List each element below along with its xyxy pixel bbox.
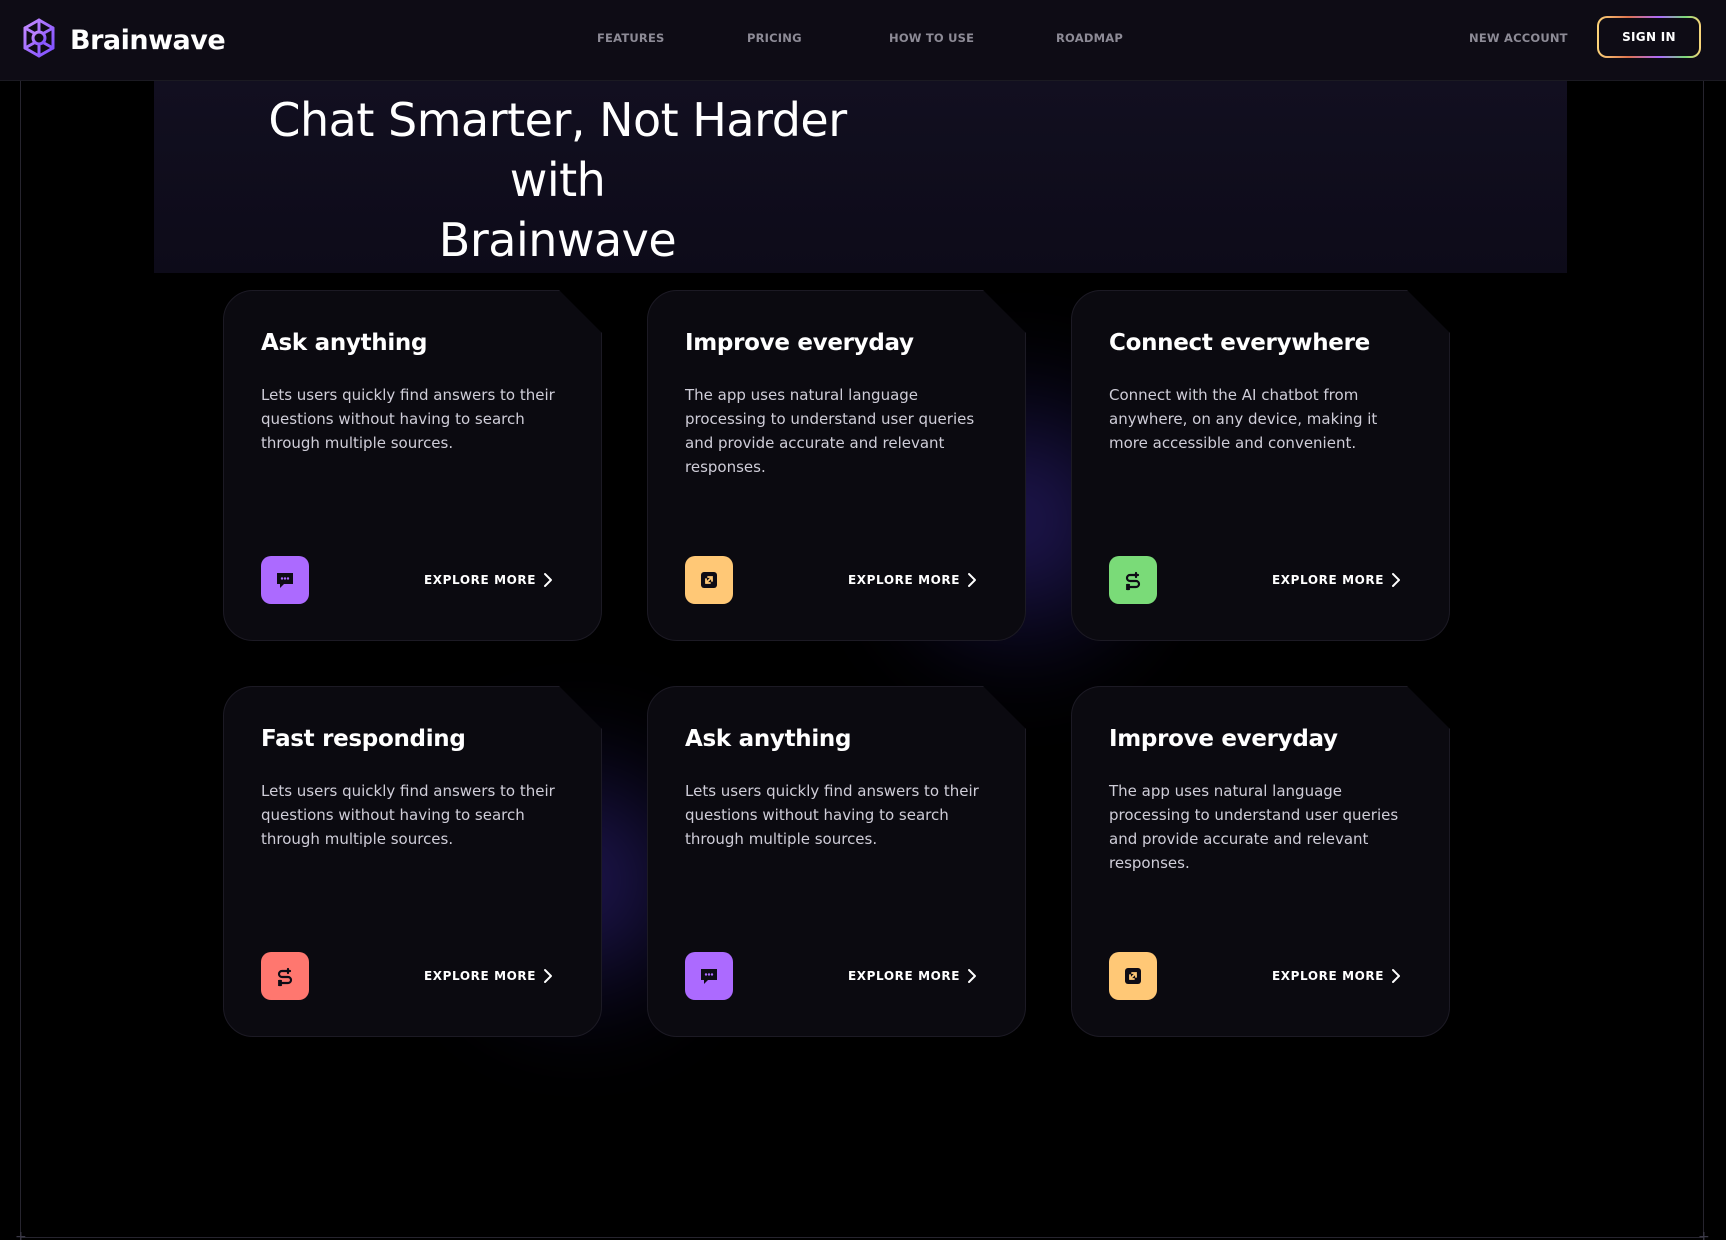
feature-card[interactable]: Improve everyday The app uses natural lan… — [647, 290, 1026, 641]
frame-line-left — [20, 80, 21, 1240]
brand-logo-link[interactable]: Brainwave — [18, 17, 226, 64]
connector-icon — [1109, 556, 1157, 604]
plus-marker-left: + — [15, 1229, 27, 1240]
chat-bubble-icon — [261, 556, 309, 604]
chevron-right-icon[interactable] — [1387, 967, 1405, 985]
chevron-right-icon[interactable] — [963, 571, 981, 589]
hero-title-line1: Chat Smarter, Not Harder with — [268, 93, 847, 207]
new-account-link[interactable]: NEW ACCOUNT — [1469, 31, 1568, 45]
card-title: Fast responding — [261, 726, 466, 752]
explore-more-link[interactable]: EXPLORE MORE — [848, 573, 960, 587]
hero-title-line2: Brainwave — [438, 213, 677, 267]
explore-more-link[interactable]: EXPLORE MORE — [1272, 573, 1384, 587]
page: + + Brainwave FEATURES PRICING HOW TO US… — [0, 0, 1726, 1240]
card-description: Lets users quickly find answers to their… — [261, 386, 555, 452]
nav-link-roadmap[interactable]: ROADMAP — [1056, 31, 1123, 45]
sign-in-label: SIGN IN — [1599, 18, 1699, 56]
card-description: Lets users quickly find answers to their… — [261, 782, 555, 848]
connector-icon — [261, 952, 309, 1000]
feature-card[interactable]: Ask anything Lets users quickly find answ… — [223, 290, 602, 641]
chevron-right-icon[interactable] — [539, 571, 557, 589]
card-description: Connect with the AI chatbot from anywher… — [1109, 386, 1378, 452]
card-title: Connect everywhere — [1109, 330, 1370, 356]
explore-more-link[interactable]: EXPLORE MORE — [1272, 969, 1384, 983]
card-title: Ask anything — [261, 330, 428, 356]
feature-card[interactable]: Fast responding Lets users quickly find a… — [223, 686, 602, 1037]
hero-title: Chat Smarter, Not Harder with Brainwave — [225, 90, 890, 270]
card-description: The app uses natural language processing… — [685, 386, 975, 476]
nav-link-how-to-use[interactable]: HOW TO USE — [889, 31, 974, 45]
explore-more-link[interactable]: EXPLORE MORE — [424, 573, 536, 587]
brand-name: Brainwave — [70, 25, 226, 56]
chevron-right-icon[interactable] — [963, 967, 981, 985]
feature-card[interactable]: Ask anything Lets users quickly find answ… — [647, 686, 1026, 1037]
site-header: Brainwave FEATURES PRICING HOW TO USE RO… — [0, 0, 1726, 81]
sign-in-button[interactable]: SIGN IN — [1597, 16, 1701, 58]
nav-link-pricing[interactable]: PRICING — [747, 31, 802, 45]
explore-more-link[interactable]: EXPLORE MORE — [848, 969, 960, 983]
chat-bubble-icon — [685, 952, 733, 1000]
card-description: The app uses natural language processing… — [1109, 782, 1399, 872]
brain-icon — [18, 17, 60, 64]
card-title: Ask anything — [685, 726, 852, 752]
nav-link-features[interactable]: FEATURES — [597, 31, 665, 45]
expand-icon — [1109, 952, 1157, 1000]
chevron-right-icon[interactable] — [1387, 571, 1405, 589]
feature-card[interactable]: Connect everywhere Connect with the AI ch… — [1071, 290, 1450, 641]
card-title: Improve everyday — [685, 330, 914, 356]
frame-line-right — [1703, 80, 1704, 1240]
chevron-right-icon[interactable] — [539, 967, 557, 985]
card-description: Lets users quickly find answers to their… — [685, 782, 979, 848]
card-title: Improve everyday — [1109, 726, 1338, 752]
frame-line-bottom — [20, 1237, 1703, 1238]
feature-card[interactable]: Improve everyday The app uses natural lan… — [1071, 686, 1450, 1037]
explore-more-link[interactable]: EXPLORE MORE — [424, 969, 536, 983]
expand-icon — [685, 556, 733, 604]
plus-marker-right: + — [1698, 1229, 1710, 1240]
